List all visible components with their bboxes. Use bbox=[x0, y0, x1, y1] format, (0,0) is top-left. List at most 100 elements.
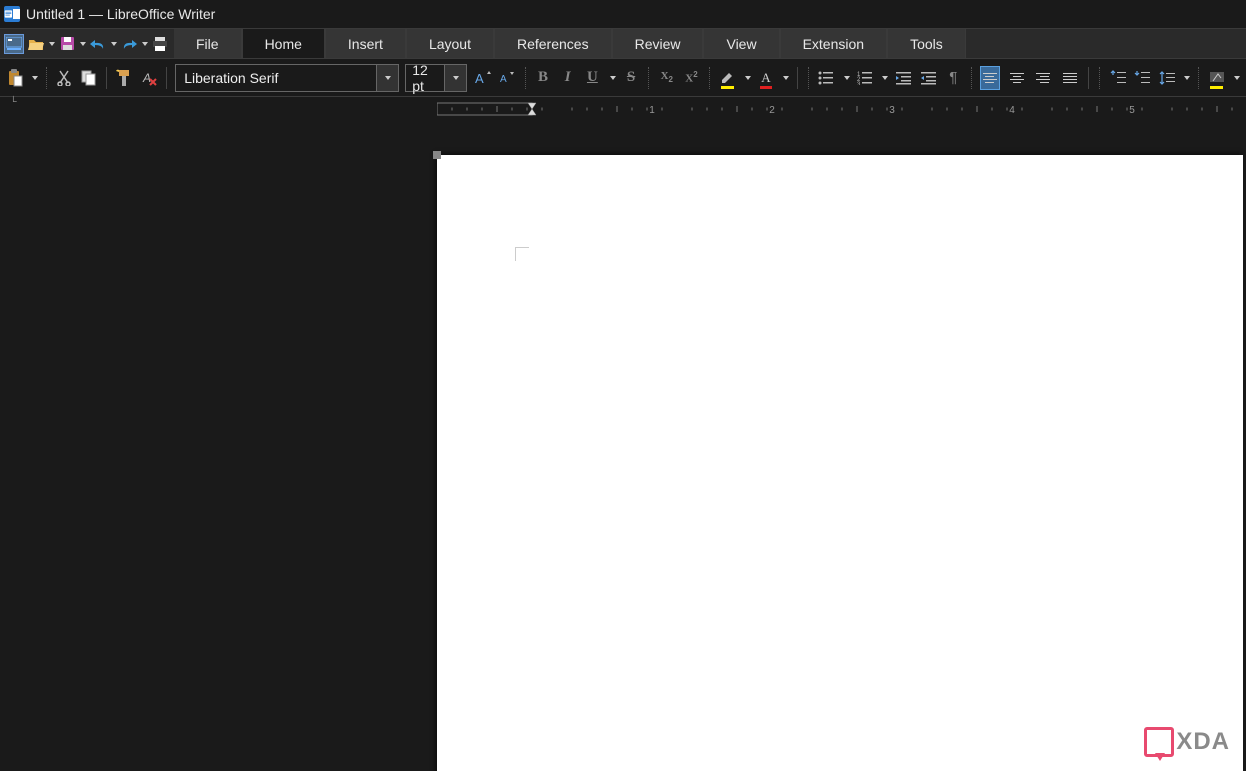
redo-dropdown[interactable] bbox=[142, 42, 148, 46]
tab-extension[interactable]: Extension bbox=[780, 29, 887, 58]
increase-para-spacing-button[interactable] bbox=[1108, 66, 1127, 90]
print-button[interactable] bbox=[150, 34, 170, 54]
font-size-dropdown[interactable] bbox=[444, 65, 466, 91]
tab-layout[interactable]: Layout bbox=[406, 29, 494, 58]
superscript-button[interactable]: X2 bbox=[682, 66, 701, 90]
font-color-dropdown[interactable] bbox=[783, 76, 789, 80]
tab-file[interactable]: File bbox=[174, 29, 242, 58]
horizontal-ruler[interactable]: 12345 bbox=[437, 101, 1246, 115]
tab-file-label: File bbox=[196, 36, 219, 52]
svg-text:1: 1 bbox=[649, 105, 655, 116]
cut-button[interactable] bbox=[55, 66, 74, 90]
separator bbox=[46, 67, 47, 89]
svg-text:3: 3 bbox=[889, 105, 895, 116]
bullet-list-dropdown[interactable] bbox=[844, 76, 850, 80]
align-right-button[interactable] bbox=[1033, 66, 1054, 90]
window-title: Untitled 1 — LibreOffice Writer bbox=[26, 6, 215, 22]
font-name-dropdown[interactable] bbox=[376, 65, 398, 91]
bullet-list-button[interactable] bbox=[817, 66, 836, 90]
clone-formatting-button[interactable] bbox=[115, 66, 134, 90]
font-name-selector[interactable]: Liberation Serif bbox=[175, 64, 399, 92]
open-button[interactable] bbox=[26, 34, 46, 54]
numbered-list-button[interactable]: 123 bbox=[856, 66, 875, 90]
tab-home-label: Home bbox=[265, 36, 302, 52]
tab-view[interactable]: View bbox=[703, 29, 779, 58]
highlight-button[interactable] bbox=[718, 66, 737, 90]
tab-home[interactable]: Home bbox=[242, 29, 325, 58]
tab-view-label: View bbox=[726, 36, 756, 52]
tab-insert-label: Insert bbox=[348, 36, 383, 52]
redo-button[interactable] bbox=[119, 34, 139, 54]
tab-references[interactable]: References bbox=[494, 29, 612, 58]
xda-logo-icon bbox=[1144, 727, 1174, 757]
page-handle bbox=[433, 151, 441, 159]
highlight-dropdown[interactable] bbox=[745, 76, 751, 80]
separator bbox=[106, 67, 107, 89]
document-area[interactable] bbox=[0, 117, 1246, 771]
decrease-font-button[interactable]: A bbox=[498, 66, 517, 90]
font-size-input[interactable]: 12 pt bbox=[406, 62, 444, 94]
save-button[interactable] bbox=[57, 34, 77, 54]
align-left-button[interactable] bbox=[980, 66, 1001, 90]
separator bbox=[808, 67, 809, 89]
formatting-marks-button[interactable]: ¶ bbox=[944, 66, 963, 90]
separator bbox=[1099, 67, 1100, 89]
tab-references-label: References bbox=[517, 36, 589, 52]
title-bar: Untitled 1 — LibreOffice Writer bbox=[0, 0, 1246, 28]
font-name-input[interactable]: Liberation Serif bbox=[176, 70, 376, 86]
paragraph-bg-dropdown[interactable] bbox=[1234, 76, 1240, 80]
menu-row: File Home Insert Layout References Revie… bbox=[0, 28, 1246, 59]
numbered-list-dropdown[interactable] bbox=[882, 76, 888, 80]
decrease-indent-button[interactable] bbox=[919, 66, 938, 90]
svg-text:3: 3 bbox=[857, 82, 861, 85]
app-icon bbox=[4, 6, 20, 22]
svg-text:5: 5 bbox=[1129, 105, 1135, 116]
tab-layout-label: Layout bbox=[429, 36, 471, 52]
tab-tools[interactable]: Tools bbox=[887, 29, 966, 58]
home-toolbar: A Liberation Serif 12 pt A A B I U S X2 … bbox=[0, 59, 1246, 97]
svg-text:A: A bbox=[500, 74, 507, 85]
svg-text:A: A bbox=[475, 71, 484, 86]
increase-indent-button[interactable] bbox=[894, 66, 913, 90]
clear-formatting-button[interactable]: A bbox=[140, 66, 159, 90]
watermark: XDA bbox=[1144, 727, 1230, 757]
vertical-ruler-marker: └ bbox=[10, 97, 17, 109]
paste-dropdown[interactable] bbox=[32, 76, 38, 80]
font-color-button[interactable]: A bbox=[757, 66, 776, 90]
save-dropdown[interactable] bbox=[80, 42, 86, 46]
watermark-text: XDA bbox=[1176, 728, 1230, 756]
italic-button[interactable]: I bbox=[558, 66, 577, 90]
line-spacing-dropdown[interactable] bbox=[1184, 76, 1190, 80]
font-size-selector[interactable]: 12 pt bbox=[405, 64, 467, 92]
decrease-para-spacing-button[interactable] bbox=[1133, 66, 1152, 90]
subscript-button[interactable]: X2 bbox=[657, 66, 676, 90]
paragraph-bg-button[interactable] bbox=[1207, 66, 1226, 90]
underline-button[interactable]: U bbox=[583, 66, 602, 90]
underline-dropdown[interactable] bbox=[610, 76, 616, 80]
tabs: File Home Insert Layout References Revie… bbox=[174, 29, 966, 58]
open-dropdown[interactable] bbox=[49, 42, 55, 46]
paste-button[interactable] bbox=[6, 66, 25, 90]
bold-button[interactable]: B bbox=[534, 66, 553, 90]
align-center-button[interactable] bbox=[1006, 66, 1027, 90]
undo-dropdown[interactable] bbox=[111, 42, 117, 46]
increase-font-button[interactable]: A bbox=[473, 66, 492, 90]
separator bbox=[797, 67, 798, 89]
undo-button[interactable] bbox=[88, 34, 108, 54]
tab-review[interactable]: Review bbox=[612, 29, 704, 58]
separator bbox=[1198, 67, 1199, 89]
menubar-toggle-button[interactable] bbox=[4, 34, 24, 54]
separator bbox=[166, 67, 167, 89]
copy-button[interactable] bbox=[79, 66, 98, 90]
separator bbox=[709, 67, 710, 89]
svg-text:2: 2 bbox=[769, 105, 775, 116]
tab-insert[interactable]: Insert bbox=[325, 29, 406, 58]
strikethrough-button[interactable]: S bbox=[622, 66, 641, 90]
line-spacing-button[interactable] bbox=[1158, 66, 1177, 90]
tab-extension-label: Extension bbox=[803, 36, 864, 52]
align-justify-button[interactable] bbox=[1060, 66, 1081, 90]
page[interactable] bbox=[437, 155, 1243, 771]
quick-access bbox=[0, 34, 174, 54]
ruler-area: └ 12345 bbox=[0, 97, 1246, 117]
separator bbox=[971, 67, 972, 89]
